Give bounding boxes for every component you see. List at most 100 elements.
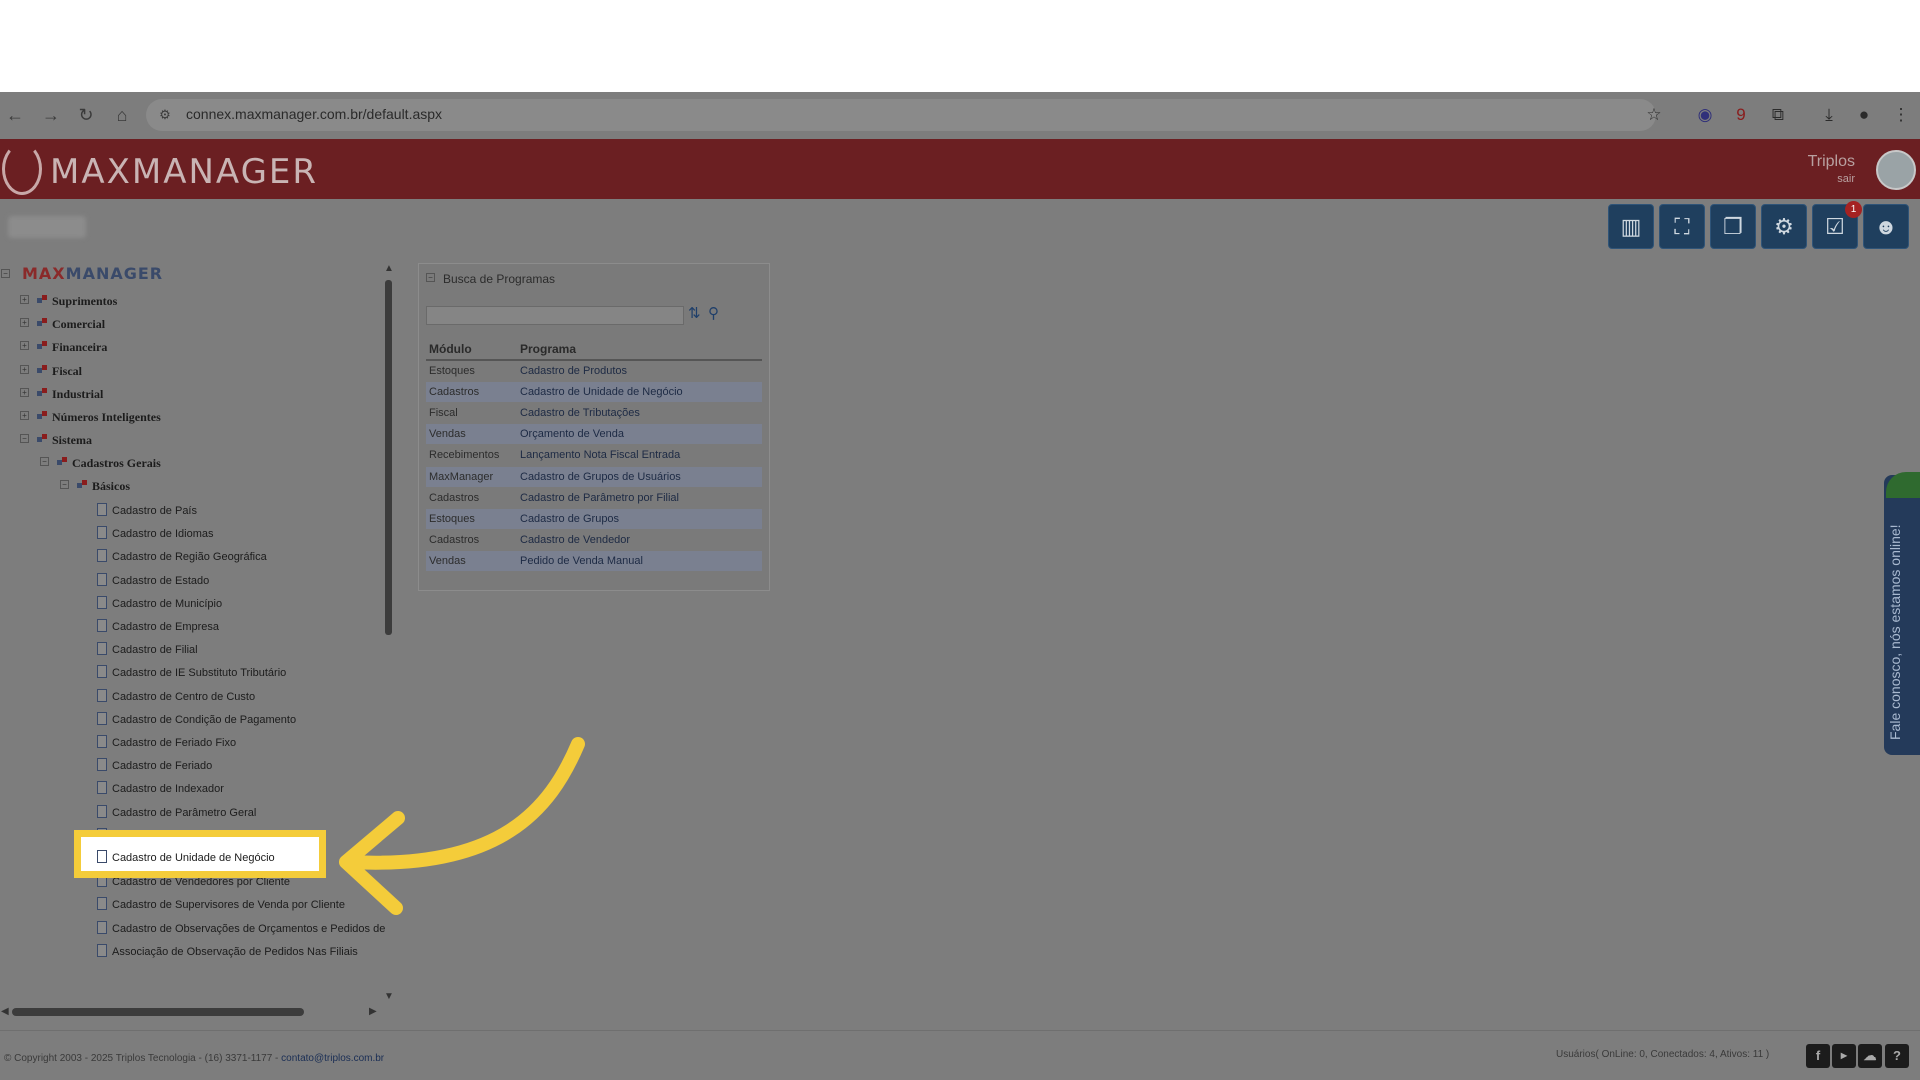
scroll-up-icon[interactable]: ▲ (384, 263, 394, 274)
tree-root-title[interactable]: MAXMANAGER (22, 264, 163, 283)
table-row[interactable]: Cadastros Cadastro de Unidade de Negócio (426, 382, 762, 403)
tree-program-item[interactable]: Cadastro de Empresa (112, 621, 219, 633)
settings-icon[interactable]: ⚙ (1761, 204, 1807, 249)
collapse-icon[interactable]: − (60, 480, 69, 489)
tree-module-label[interactable]: Industrial (52, 387, 103, 402)
cell-programa[interactable]: Cadastro de Grupos de Usuários (520, 471, 681, 483)
collapse-icon[interactable]: − (426, 273, 435, 282)
chat-label[interactable]: Fale conosco, nós estamos online! (1887, 524, 1903, 740)
network-icon[interactable]: ⛶ (1659, 204, 1705, 249)
cell-programa[interactable]: Cadastro de Produtos (520, 365, 627, 377)
tree-subgroup-label[interactable]: Básicos (92, 479, 130, 494)
tree-program-item[interactable]: Cadastro de Centro de Custo (112, 691, 255, 703)
extension-icon[interactable]: ◉ (1694, 104, 1716, 126)
tree-module-label[interactable]: Números Inteligentes (52, 410, 161, 425)
expand-icon[interactable]: − (20, 434, 29, 444)
column-header-programa[interactable]: Programa (520, 342, 576, 356)
expand-icon[interactable]: + (20, 411, 29, 420)
module-icon (37, 364, 47, 375)
reload-icon[interactable]: ↻ (75, 104, 97, 126)
tree-program-item[interactable]: Cadastro de Parâmetro Geral (112, 807, 256, 819)
star-icon[interactable]: ☆ (1643, 104, 1665, 126)
logout-link[interactable]: sair (1837, 173, 1855, 185)
scroll-right-icon[interactable]: ▶ (369, 1006, 377, 1017)
back-icon[interactable]: ← (4, 104, 26, 126)
site-info-icon[interactable]: ⚙ (154, 104, 176, 126)
app-logo[interactable]: MAXMANAGER (50, 152, 318, 192)
tree-module-label[interactable]: Fiscal (52, 364, 82, 379)
module-icon (37, 341, 47, 351)
tree-module-label[interactable]: Comercial (52, 317, 105, 332)
cloud-icon[interactable]: ☁ (1858, 1044, 1882, 1068)
cell-programa[interactable]: Pedido de Venda Manual (520, 555, 643, 567)
table-row[interactable]: Cadastros Cadastro de Vendedor (426, 530, 762, 550)
table-row[interactable]: Vendas Orçamento de Venda (426, 424, 762, 445)
cell-programa[interactable]: Cadastro de Vendedor (520, 534, 630, 546)
cell-programa[interactable]: Cadastro de Tributações (520, 407, 640, 419)
cell-programa[interactable]: Orçamento de Venda (520, 428, 624, 440)
column-header-modulo[interactable]: Módulo (429, 342, 472, 356)
tree-program-item[interactable]: Cadastro de Estado (112, 575, 209, 587)
tree-program-item[interactable]: Cadastro de Idiomas (112, 528, 214, 540)
tree-program-item[interactable]: Cadastro de Município (112, 598, 222, 610)
tree-program-item[interactable]: Cadastro de Filial (112, 644, 198, 656)
extension-badge-icon[interactable]: 9 (1730, 104, 1752, 126)
expand-icon[interactable]: + (20, 387, 29, 397)
tree-module-label[interactable]: Suprimentos (52, 294, 117, 309)
cell-modulo: Fiscal (429, 407, 458, 420)
tree-scroll-thumb[interactable] (385, 280, 392, 635)
collapse-icon[interactable]: − (1, 269, 10, 278)
expand-icon[interactable]: + (20, 295, 29, 304)
table-row[interactable]: Cadastros Cadastro de Parâmetro por Filia… (426, 488, 762, 508)
table-row[interactable]: Estoques Cadastro de Grupos (426, 508, 762, 529)
email-link[interactable]: contato@triplos.com.br (281, 1053, 384, 1064)
expand-icon[interactable]: + (20, 364, 29, 374)
puzzle-icon[interactable]: ⧉ (1767, 104, 1789, 126)
tree-group-label[interactable]: Cadastros Gerais (72, 456, 161, 471)
tree-program-item[interactable]: Cadastro de Supervisores de Venda por Cl… (112, 899, 345, 911)
table-row[interactable]: Estoques Cadastro de Produtos (426, 361, 762, 381)
tree-program-item[interactable]: Cadastro de Condição de Pagamento (112, 714, 296, 726)
user-profile-icon[interactable]: ☻ (1863, 204, 1909, 249)
facebook-icon[interactable]: f (1806, 1044, 1830, 1068)
tree-horizontal-scroll-thumb[interactable] (12, 1008, 304, 1016)
download-icon[interactable]: ⤓ (1818, 104, 1840, 126)
tree-program-item[interactable]: Cadastro de Feriado Fixo (112, 737, 236, 749)
cell-programa[interactable]: Cadastro de Parâmetro por Filial (520, 492, 679, 504)
cell-programa[interactable]: Cadastro de Unidade de Negócio (520, 386, 683, 398)
url-text[interactable]: connex.maxmanager.com.br/default.aspx (186, 106, 442, 122)
collapse-icon[interactable]: − (40, 457, 49, 466)
search-icon[interactable]: ⚲ (708, 304, 719, 322)
menu-icon[interactable]: ⋮ (1890, 104, 1912, 126)
help-icon[interactable]: ? (1885, 1044, 1909, 1068)
table-row[interactable]: MaxManager Cadastro de Grupos de Usuários (426, 466, 762, 487)
table-row[interactable]: Recebimentos Lançamento Nota Fiscal Entra… (426, 445, 762, 465)
expand-icon[interactable]: + (20, 341, 29, 351)
cell-programa[interactable]: Cadastro de Grupos (520, 513, 619, 525)
table-row[interactable]: Vendas Pedido de Venda Manual (426, 550, 762, 571)
refresh-icon[interactable]: ⇅ (688, 304, 701, 322)
tree-module-label[interactable]: Financeira (52, 340, 107, 355)
profile-icon[interactable]: ● (1853, 104, 1875, 126)
tree-program-item[interactable]: Cadastro de Feriado (112, 760, 212, 772)
avatar[interactable] (1876, 150, 1916, 190)
expand-icon[interactable]: + (20, 318, 29, 328)
highlighted-program[interactable]: Cadastro de Unidade de Negócio (112, 852, 275, 864)
tree-program-item[interactable]: Cadastro de Região Geográfica (112, 551, 267, 563)
forward-icon[interactable]: → (40, 104, 62, 126)
scroll-down-icon[interactable]: ▼ (384, 991, 394, 1002)
tree-program-item[interactable]: Associação de Observação de Pedidos Nas … (112, 946, 358, 958)
tree-program-item[interactable]: Cadastro de País (112, 505, 197, 517)
tree-module-label[interactable]: Sistema (52, 433, 92, 448)
cell-programa[interactable]: Lançamento Nota Fiscal Entrada (520, 449, 680, 461)
cell-modulo: MaxManager (429, 470, 494, 483)
chart-icon[interactable]: ▥ (1608, 204, 1654, 249)
home-icon[interactable]: ⌂ (111, 104, 133, 126)
tree-program-item[interactable]: Cadastro de IE Substituto Tributário (112, 667, 286, 679)
tree-program-item[interactable]: Cadastro de Indexador (112, 783, 224, 795)
youtube-icon[interactable]: ▶ (1832, 1044, 1856, 1068)
documents-icon[interactable]: ❐ (1710, 204, 1756, 249)
scroll-left-icon[interactable]: ◀ (1, 1006, 9, 1017)
search-input[interactable] (426, 306, 684, 325)
table-row[interactable]: Fiscal Cadastro de Tributações (426, 403, 762, 423)
